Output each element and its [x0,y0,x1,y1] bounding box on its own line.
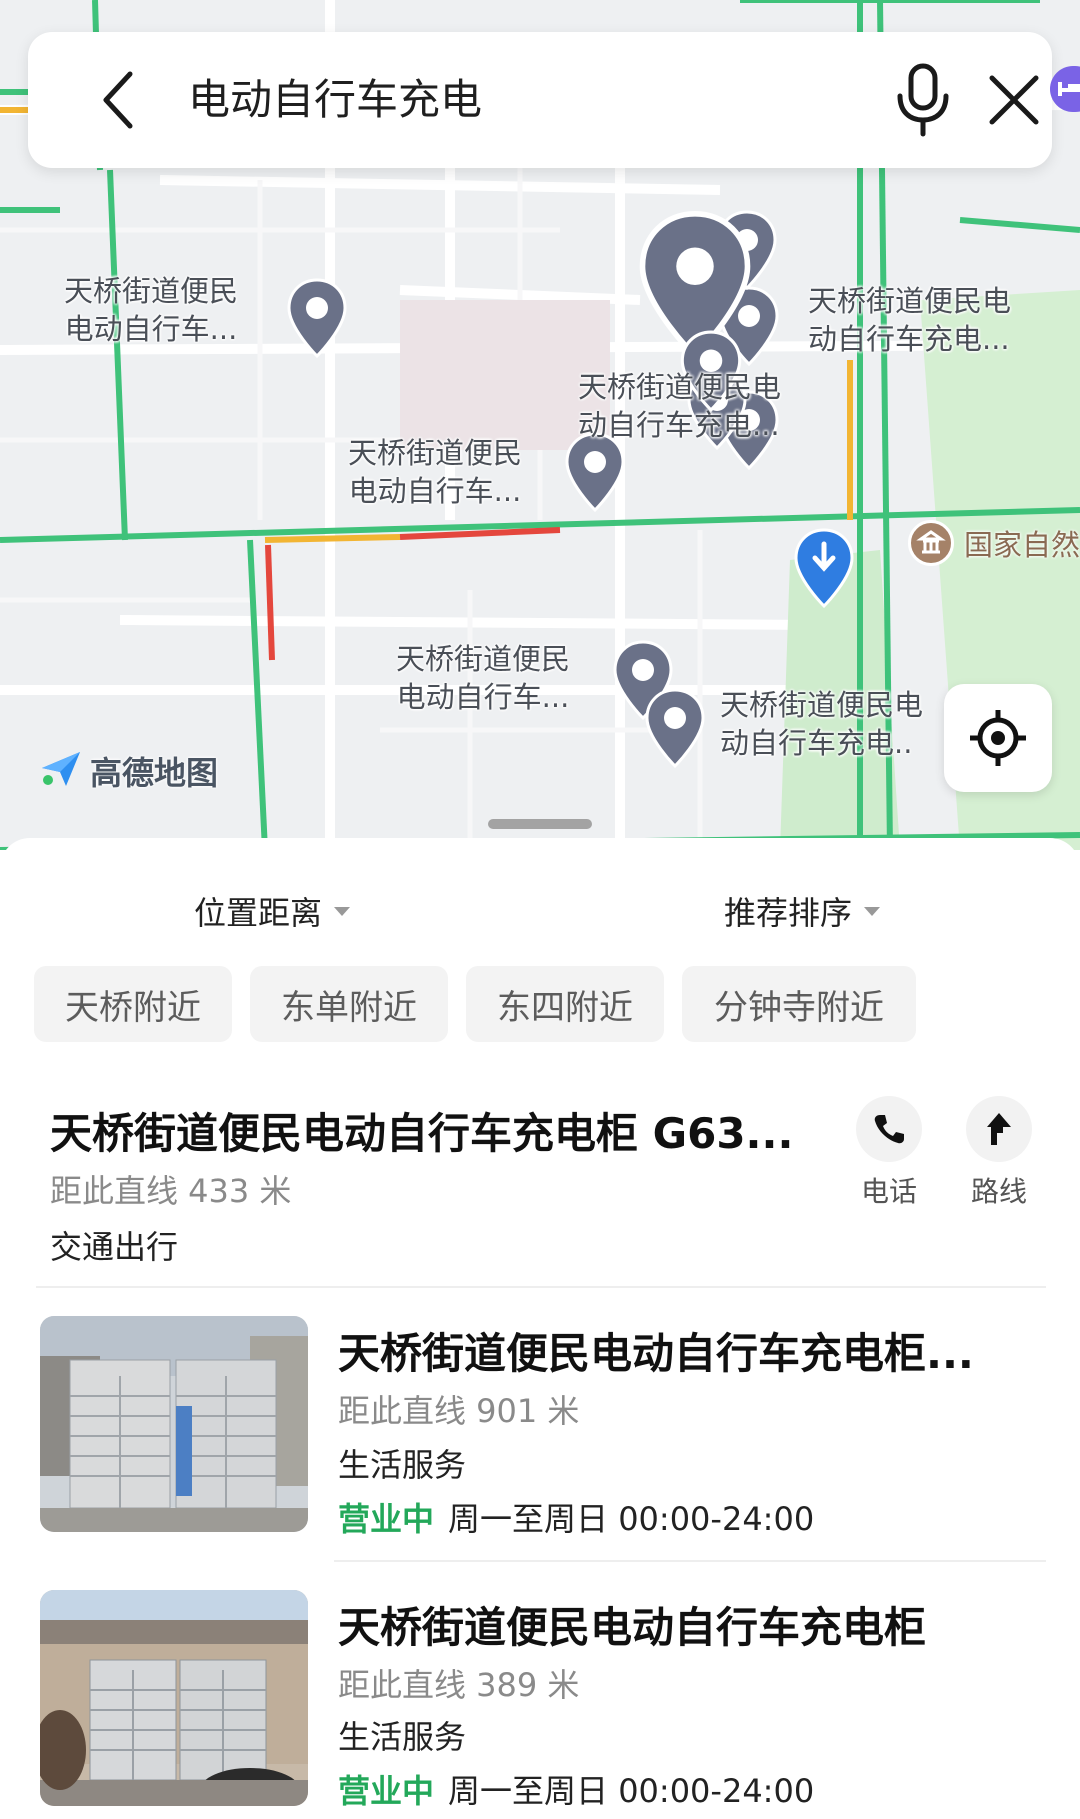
chevron-left-icon [103,71,133,129]
amap-logo-icon [42,752,80,786]
sheet-drag-handle[interactable] [488,819,592,829]
area-chip[interactable]: 东单附近 [250,966,448,1042]
distance-filter-label: 位置距离 [194,894,323,932]
map-pin[interactable] [564,432,626,513]
result-hours: 营业中 周一至周日 00:00-24:00 [338,1766,814,1812]
crosshair-icon [970,710,1026,766]
area-chip[interactable]: 天桥附近 [34,966,232,1042]
result-distance: 距此直线 433 米 [50,1172,292,1210]
museum-poi-icon[interactable] [908,520,954,566]
opening-hours: 周一至周日 00:00-24:00 [448,1500,815,1538]
result-title[interactable]: 天桥街道便民电动自行车充电柜 [338,1594,926,1655]
open-status: 营业中 [338,1500,435,1538]
microphone-icon [897,63,949,137]
result-category: 交通出行 [50,1228,179,1266]
result-distance: 距此直线 901 米 [338,1392,580,1430]
sort-order-dropdown[interactable]: 推荐排序 [724,888,881,934]
amap-logo: 高德地图 [40,748,218,792]
open-status: 营业中 [338,1772,435,1810]
voice-search-button[interactable] [888,62,958,138]
route-arrow-icon [987,1113,1011,1145]
route-button[interactable] [966,1096,1032,1162]
location-marker-icon[interactable] [792,528,856,609]
pin-label: 天桥街道便民 电动自行车... [64,274,239,346]
divider [334,1560,1046,1562]
pin-label: 天桥街道便民电 动自行车充电.. [720,688,924,760]
search-input[interactable]: 电动自行车充电 [188,72,482,128]
clear-search-button[interactable] [982,68,1046,132]
search-bar[interactable]: 电动自行车充电 [28,32,1052,168]
result-hours: 营业中 周一至周日 00:00-24:00 [338,1494,814,1540]
distance-filter-dropdown[interactable]: 位置距离 [194,888,351,934]
result-title[interactable]: 天桥街道便民电动自行车充电柜... [338,1320,974,1381]
back-button[interactable] [88,68,152,132]
result-category: 生活服务 [338,1446,467,1484]
caret-down-icon [864,906,881,916]
hotel-icon[interactable] [1050,66,1080,112]
pin-label: 天桥街道便民 电动自行车... [348,436,523,508]
result-distance: 距此直线 389 米 [338,1666,580,1704]
result-photo[interactable] [40,1590,308,1806]
caret-down-icon [334,906,351,916]
route-label: 路线 [970,1175,1027,1208]
close-icon [989,75,1039,125]
call-label: 电话 [860,1175,917,1208]
poi-label: 国家自然 [964,528,1080,562]
opening-hours: 周一至周日 00:00-24:00 [448,1772,815,1810]
map-pin[interactable] [286,278,348,359]
sort-order-label: 推荐排序 [724,894,853,932]
result-photo[interactable] [40,1316,308,1532]
area-chip[interactable]: 东四附近 [466,966,664,1042]
call-button[interactable] [856,1096,922,1162]
pin-label: 天桥街道便民电 动自行车充电... [808,284,1012,356]
map-pin[interactable] [644,688,706,769]
locate-me-button[interactable] [944,684,1052,792]
divider [36,1286,1046,1288]
phone-icon [874,1115,904,1144]
amap-attribution: 高德地图 [90,754,219,792]
result-title[interactable]: 天桥街道便民电动自行车充电柜 G63... [50,1100,793,1161]
result-category: 生活服务 [338,1718,467,1756]
area-chip[interactable]: 分钟寺附近 [682,966,916,1042]
pin-label: 天桥街道便民 电动自行车... [396,642,571,714]
pin-label: 天桥街道便民电 动自行车充电... [578,370,782,442]
